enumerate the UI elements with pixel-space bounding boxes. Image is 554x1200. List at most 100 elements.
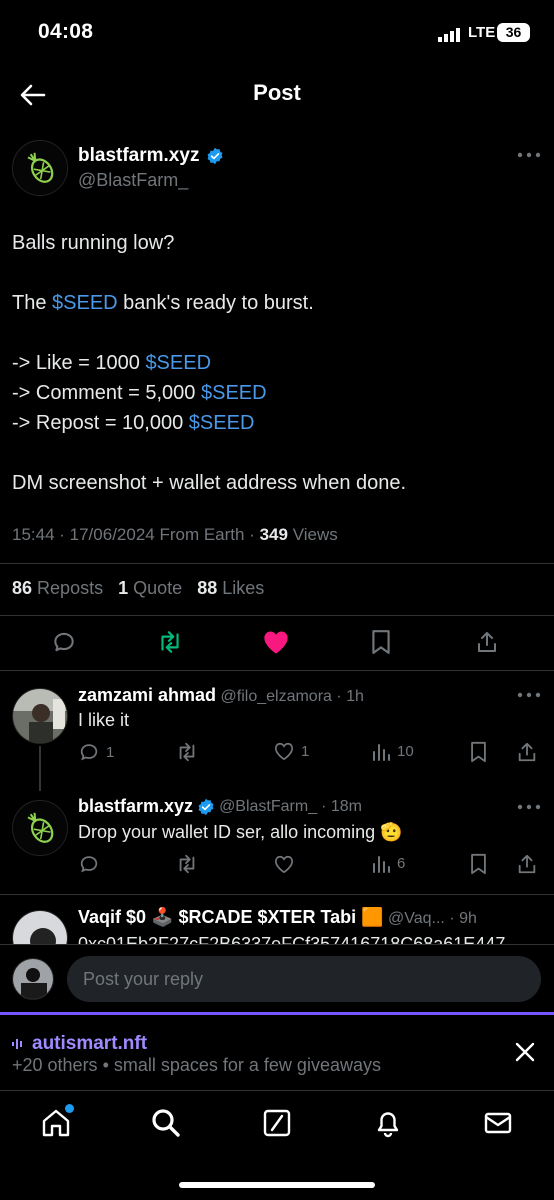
spaces-subtitle: +20 others • small spaces for a few give…	[12, 1055, 381, 1075]
reply-author-handle[interactable]: @BlastFarm_	[219, 798, 317, 816]
verified-badge-icon	[206, 147, 224, 165]
verified-badge-icon	[197, 798, 215, 816]
heart-icon[interactable]	[259, 625, 293, 659]
reply-header: blastfarm.xyz @BlastFarm_ · 18m	[78, 796, 362, 817]
cashtag-link[interactable]: $SEED	[145, 352, 211, 374]
divider	[0, 615, 554, 616]
reply-author-name[interactable]: zamzami ahmad	[78, 685, 216, 705]
reposts-stat[interactable]: 86 Reposts	[12, 578, 103, 598]
views-icon	[371, 741, 391, 761]
reply-like-button[interactable]: 1	[273, 741, 309, 761]
reply-header: zamzami ahmad @filo_elzamora · 1h	[78, 685, 364, 706]
post-line: Balls running low?	[12, 232, 175, 254]
notifications-icon[interactable]	[372, 1107, 404, 1139]
reply-views-button[interactable]: 10	[371, 741, 414, 761]
reply-time: · 1h	[336, 688, 364, 705]
share-icon[interactable]	[516, 853, 538, 875]
more-icon[interactable]	[517, 690, 541, 700]
repost-icon[interactable]	[153, 625, 187, 659]
reply-author-handle[interactable]: @Vaq...	[388, 910, 445, 927]
views-count: 10	[397, 742, 414, 760]
grok-icon[interactable]	[261, 1107, 293, 1139]
heart-icon[interactable]	[273, 854, 295, 874]
repost-icon[interactable]	[175, 853, 199, 875]
spaces-banner[interactable]: autismart.nft +20 others • small spaces …	[0, 1012, 554, 1090]
reply-time: · 18m	[321, 797, 363, 815]
reposts-count: 86	[12, 578, 33, 598]
share-icon[interactable]	[516, 741, 538, 763]
reply-text: I like it	[78, 710, 130, 730]
reply-views-button[interactable]: 6	[371, 853, 405, 873]
post-line: -> Repost = 10,000 $SEED	[12, 408, 542, 438]
post-line: -> Like = 1000 $SEED	[12, 348, 542, 378]
page-title: Post	[253, 80, 301, 105]
reply-avatar[interactable]	[12, 688, 68, 744]
reply-author-handle[interactable]: @filo_elzamora	[221, 688, 332, 705]
home-icon[interactable]	[40, 1104, 74, 1139]
post-text: The	[12, 292, 53, 314]
post-timestamp: 15:44 · 17/06/2024 From Earth ·	[12, 525, 260, 544]
post-text: bank's ready to burst.	[117, 292, 314, 314]
more-icon[interactable]	[517, 150, 541, 160]
home-indicator	[179, 1182, 375, 1188]
views-icon	[371, 853, 391, 873]
author-name[interactable]: blastfarm.xyz	[78, 145, 199, 167]
reply-comment-button[interactable]: 1	[78, 741, 114, 763]
bookmark-icon[interactable]	[469, 853, 488, 875]
quotes-label: Quote	[133, 578, 183, 598]
reply-icon	[78, 741, 100, 763]
post-line: The $SEED bank's ready to burst.	[12, 288, 542, 318]
reply-icon[interactable]	[78, 853, 100, 875]
post-line: DM screenshot + wallet address when done…	[12, 472, 407, 494]
divider	[0, 894, 554, 895]
spaces-live-icon	[12, 1037, 26, 1051]
post-meta: 15:44 · 17/06/2024 From Earth · 349 View…	[12, 525, 338, 545]
search-icon[interactable]	[150, 1107, 182, 1139]
cashtag-link[interactable]: $SEED	[52, 292, 118, 314]
likes-stat[interactable]: 88 Likes	[197, 578, 264, 598]
reply-text: Drop your wallet ID ser, allo incoming 🫡	[78, 822, 403, 842]
reply-avatar[interactable]	[12, 800, 68, 856]
views-count[interactable]: 349	[260, 525, 288, 544]
bookmark-icon[interactable]	[364, 625, 398, 659]
thread-line	[39, 746, 41, 791]
messages-icon[interactable]	[482, 1107, 514, 1139]
reply-icon[interactable]	[47, 625, 81, 659]
divider	[0, 670, 554, 671]
more-icon[interactable]	[517, 802, 541, 812]
status-time: 04:08	[38, 20, 94, 43]
notification-dot	[65, 1104, 74, 1113]
post-stats: 86 Reposts 1 Quote 88 Likes	[12, 578, 264, 599]
back-arrow-icon[interactable]	[16, 78, 50, 112]
battery-indicator: 36	[497, 23, 530, 42]
like-count: 1	[301, 742, 310, 760]
likes-count: 88	[197, 578, 218, 598]
post-body: Balls running low? The $SEED bank's read…	[12, 228, 542, 498]
bookmark-icon[interactable]	[469, 741, 488, 763]
close-icon[interactable]	[513, 1040, 537, 1064]
divider	[0, 563, 554, 564]
post-text: -> Repost = 10,000	[12, 412, 189, 434]
signal-icon	[438, 28, 460, 42]
author-avatar[interactable]	[12, 140, 68, 196]
spaces-title-row: autismart.nft	[12, 1033, 147, 1055]
reply-input[interactable]: Post your reply	[67, 956, 541, 1002]
author-handle[interactable]: @BlastFarm_	[78, 170, 188, 191]
share-icon[interactable]	[470, 625, 504, 659]
views-label: Views	[287, 525, 338, 544]
cashtag-link[interactable]: $SEED	[201, 382, 267, 404]
quotes-stat[interactable]: 1 Quote	[118, 578, 182, 598]
repost-icon[interactable]	[175, 741, 199, 763]
status-bar: 04:08 LTE 36	[0, 0, 554, 70]
reply-count: 1	[106, 743, 115, 761]
reply-author-name[interactable]: blastfarm.xyz	[78, 796, 193, 817]
reposts-label: Reposts	[37, 578, 104, 598]
my-avatar[interactable]	[12, 958, 54, 1000]
spaces-title: autismart.nft	[32, 1033, 148, 1054]
cashtag-link[interactable]: $SEED	[189, 412, 255, 434]
heart-icon	[273, 741, 295, 761]
reply-author-name[interactable]: Vaqif $0 🕹️ $RCADE $XTER Tabi 🟧	[78, 907, 384, 927]
post-line: -> Comment = 5,000 $SEED	[12, 378, 542, 408]
